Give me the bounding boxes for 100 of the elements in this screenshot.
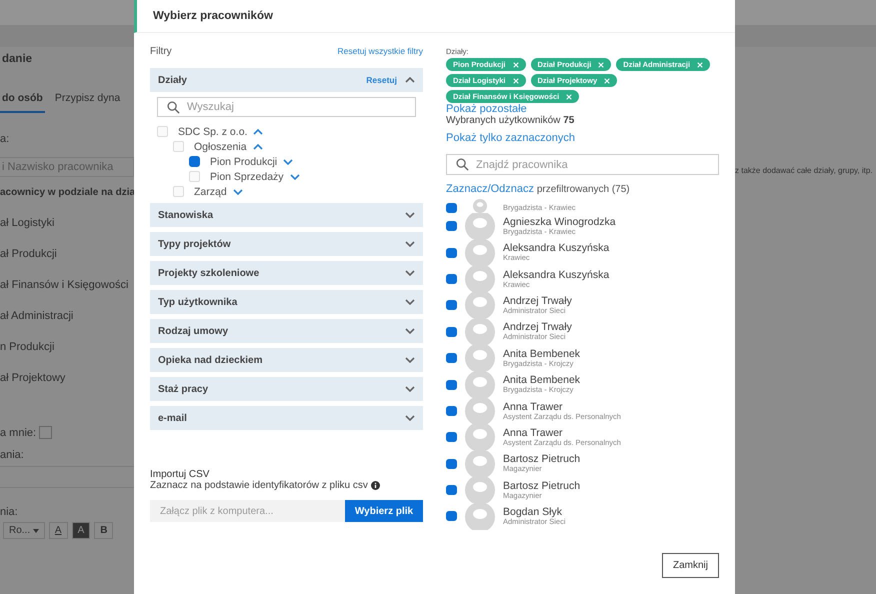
employee-name: Anna Trawer xyxy=(503,426,564,440)
checkbox[interactable] xyxy=(446,511,457,522)
csv-description: Zaznacz na podstawie identyfikatorów z pliku csv xyxy=(150,480,368,491)
reset-all-link[interactable]: Resetuj wszystkie filtry xyxy=(338,46,423,56)
tab[interactable]: do osób xyxy=(0,92,45,113)
chevron-down-icon[interactable] xyxy=(405,270,415,276)
close-button[interactable]: Zamknij xyxy=(662,553,719,578)
filter-section-header[interactable]: Projekty szkoleniowe xyxy=(150,261,423,285)
tree-item-label[interactable]: SDC Sp. z o.o. xyxy=(178,126,248,138)
tab[interactable]: Przypisz dyna xyxy=(52,92,122,113)
checkbox[interactable] xyxy=(446,300,457,310)
search-field[interactable]: Wyszukaj xyxy=(157,97,416,117)
close-icon[interactable] xyxy=(512,62,519,68)
chevron-down-icon[interactable] xyxy=(405,357,415,363)
checkbox[interactable] xyxy=(446,221,457,232)
checkbox[interactable] xyxy=(446,248,457,258)
filter-section-header[interactable]: Działy Resetuj xyxy=(150,68,423,92)
avatar-icon xyxy=(465,344,495,372)
department-item[interactable]: ał Produkcji xyxy=(0,248,134,260)
assign-label: a mnie: xyxy=(0,426,36,438)
toggle-sentence: Zaznacz/Odznacz przefiltrowanych (75) xyxy=(446,183,630,195)
checkbox[interactable] xyxy=(189,156,200,167)
field-label: a: xyxy=(0,133,10,145)
checkbox[interactable] xyxy=(446,326,457,337)
chevron-down-icon[interactable] xyxy=(405,386,415,392)
chevron-up-icon[interactable] xyxy=(405,77,415,83)
filter-section-header[interactable]: Rodzaj umowy xyxy=(150,319,423,343)
department-item[interactable]: ał Projektowy xyxy=(0,372,134,384)
filter-section-header[interactable]: Typ użytkownika xyxy=(150,290,423,314)
department-item[interactable]: ał Administracji xyxy=(0,310,134,322)
filter-section-header[interactable]: Typy projektów xyxy=(150,232,423,256)
avatar-icon xyxy=(465,476,495,504)
choose-file-button[interactable]: Wybierz plik xyxy=(345,500,423,522)
checkbox[interactable] xyxy=(446,380,457,390)
chevron-down-icon[interactable] xyxy=(405,328,415,334)
show-checked-link[interactable]: Pokaż tylko zaznaczonych xyxy=(446,132,576,144)
checkbox[interactable] xyxy=(446,485,457,496)
chevron-down-icon[interactable] xyxy=(405,241,415,247)
checkbox[interactable] xyxy=(446,203,457,213)
chevron-down-icon[interactable] xyxy=(405,212,415,218)
employee-name: Anita Bembenek xyxy=(503,348,580,360)
avatar-icon xyxy=(465,266,495,292)
highlight-button[interactable]: A xyxy=(72,522,90,539)
toggle-link[interactable]: Zaznacz/Odznacz xyxy=(446,183,534,195)
file-field[interactable]: Załącz plik z komputera... xyxy=(150,500,345,522)
checkbox[interactable] xyxy=(446,353,457,364)
department-item[interactable]: ał Finansów i Księgowości xyxy=(0,279,134,291)
reset-link[interactable]: Resetuj xyxy=(366,75,397,85)
csv-title: Importuj CSV xyxy=(150,469,210,480)
caret-icon xyxy=(32,529,39,533)
filter-section-header[interactable]: Staż pracy xyxy=(150,377,423,401)
avatar-icon xyxy=(465,398,495,424)
department-item[interactable]: n Produkcji xyxy=(0,341,134,353)
avatar-icon xyxy=(465,292,495,319)
employee-name: Anna Trawer xyxy=(503,400,564,413)
close-icon[interactable] xyxy=(598,62,604,68)
checkbox[interactable] xyxy=(39,426,52,439)
checkbox[interactable] xyxy=(446,432,457,442)
tree-item-label[interactable]: Pion Produkcji xyxy=(210,156,278,168)
close-icon[interactable] xyxy=(604,78,610,84)
chevron-down-icon[interactable] xyxy=(283,158,294,164)
info-icon[interactable] xyxy=(370,481,380,490)
employee-name: Anita Bembenek xyxy=(503,374,580,386)
filters-title: Filtry xyxy=(150,46,172,56)
tree-item-label[interactable]: Zarząd xyxy=(194,186,227,198)
department-item[interactable]: ał Logistyki xyxy=(0,217,134,229)
search-icon xyxy=(456,158,469,171)
checkbox[interactable] xyxy=(446,274,457,284)
tree-item-label[interactable]: Pion Sprzedaży xyxy=(210,170,284,182)
section-title: acownicy w podziale na dzia xyxy=(0,187,134,198)
checkbox[interactable] xyxy=(446,458,457,469)
employee-name: Bartosz Pietruch xyxy=(503,480,580,492)
text-color-button[interactable]: A xyxy=(48,522,68,539)
filter-section-header[interactable]: Opieka nad dzieckiem xyxy=(150,348,423,372)
chevron-down-icon[interactable] xyxy=(405,299,415,305)
close-icon[interactable] xyxy=(566,94,572,100)
show-more-link[interactable]: Pokaż pozostałe xyxy=(446,103,527,115)
chevron-down-icon[interactable] xyxy=(290,174,300,180)
chevron-down-icon[interactable] xyxy=(232,188,243,194)
chevron-down-icon[interactable] xyxy=(405,415,415,421)
filter-section-header[interactable]: e-mail xyxy=(150,406,423,430)
close-icon[interactable] xyxy=(697,62,704,68)
filter-section-header[interactable]: Stanowiska xyxy=(150,203,423,227)
close-icon[interactable] xyxy=(512,78,519,84)
tree-item-label[interactable]: Ogłoszenia xyxy=(194,140,247,152)
bold-button[interactable]: B xyxy=(94,522,114,539)
employee-search-field[interactable]: Znajdź pracownika xyxy=(446,154,719,175)
checkbox[interactable] xyxy=(446,406,457,416)
avatar-icon xyxy=(465,503,495,530)
page-title: danie xyxy=(1,53,34,65)
employee-name: Aleksandra Kuszyńska xyxy=(503,268,610,281)
hint-text: z także dodawać całe działy, grupy, itp. xyxy=(735,166,873,175)
chevron-up-icon[interactable] xyxy=(252,144,263,150)
chevron-up-icon[interactable] xyxy=(253,128,264,134)
employee-name: Aleksandra Kuszyńska xyxy=(503,242,610,254)
avatar-icon xyxy=(465,318,495,345)
avatar-icon xyxy=(465,371,495,398)
font-dropdown[interactable]: Ro... xyxy=(3,522,45,539)
employee-name: Andrzej Trwały xyxy=(503,321,572,334)
input-field[interactable] xyxy=(0,466,134,488)
